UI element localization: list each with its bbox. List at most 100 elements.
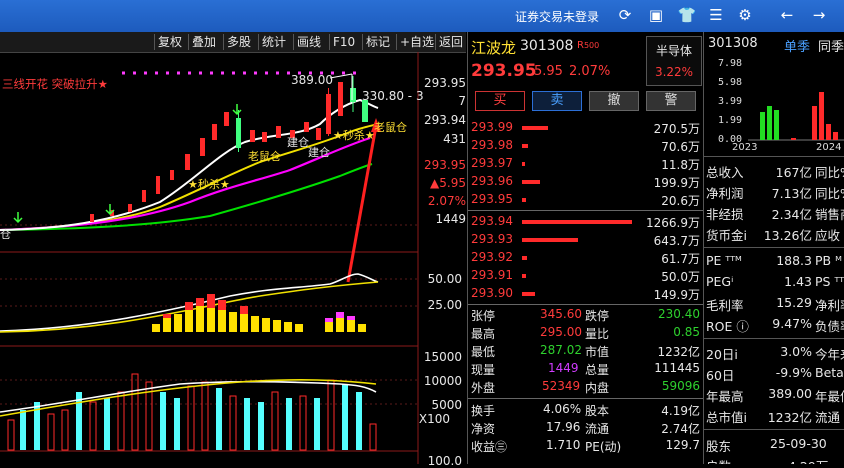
annotation-jiancang-2: 建仓 [308, 146, 330, 159]
bid-row[interactable]: 293.90 149.9万 [468, 285, 703, 303]
finance-row: ROE ⓘ 9.47% 负债率 [706, 316, 844, 334]
stock-code: 301308 [520, 38, 574, 54]
draw-line-button[interactable]: 画线 [293, 34, 324, 50]
signal-arrow [346, 125, 378, 283]
axis-ind-25: 25.00 [427, 298, 462, 312]
ask-row[interactable]: 293.99 270.5万 [468, 119, 703, 137]
price-change-pct: 2.07% [569, 64, 611, 79]
down-arrow-markers [13, 104, 242, 224]
annotation-cang: 仓 [0, 228, 11, 241]
fin-axis-1: 7.98 [718, 58, 743, 69]
sector-box[interactable]: 半导体 3.22% [646, 36, 702, 86]
ma-green-line [0, 163, 373, 231]
right-price-label: 330.80 - 3 [362, 89, 424, 103]
finance-row: 货币金i 13.26亿 应收 [706, 228, 841, 243]
tab-single-quarter[interactable]: 单季 [784, 36, 810, 55]
return-button[interactable]: 返回 [435, 34, 466, 50]
notes-icon[interactable]: ☰ [705, 4, 727, 26]
fin-year-2024: 2024 [816, 142, 842, 153]
current-price: 293.95 [471, 61, 537, 81]
sell-button[interactable]: 卖 [532, 91, 582, 111]
alert-button[interactable]: 警 [646, 91, 696, 111]
finance-row: 总市值i 1232亿 流通 [706, 410, 841, 425]
skin-icon[interactable]: 👕 [676, 4, 698, 26]
multi-stock-button[interactable]: 多股 [223, 34, 254, 50]
indicator-bars [152, 294, 366, 332]
bid-volume-bar [522, 292, 535, 296]
annotation-miaosha-1: ★秒杀★ [188, 178, 230, 191]
add-watchlist-button[interactable]: +自选 [396, 34, 437, 50]
finance-row: PE ᵀᵀᴹ 188.3 PB ᴹ [706, 253, 842, 268]
finance-row: 户数 4.29万 [704, 455, 844, 464]
statistics-button[interactable]: 统计 [258, 34, 289, 50]
finance-row: 净利润 7.13亿 同比% [706, 186, 844, 201]
axis-vol-10000: 10000 [423, 374, 462, 388]
ask-row[interactable]: 293.97 11.8万 [468, 155, 703, 173]
finance-row: 非经损 2.34亿 销售商 [706, 207, 844, 222]
bid-row[interactable]: 293.94 1266.9万 [468, 213, 703, 231]
profit-mini-chart [748, 92, 844, 141]
fin-axis-3: 3.99 [718, 96, 743, 107]
sector-pct: 3.22% [654, 65, 694, 79]
axis-vol-5000: 5000 [431, 398, 462, 412]
refresh-icon[interactable]: ⟳ [614, 4, 636, 26]
login-status[interactable]: 证券交易未登录 [515, 8, 599, 25]
forward-arrow-icon[interactable]: → [808, 4, 830, 26]
cancel-order-button[interactable]: 撤 [589, 91, 639, 111]
f10-button[interactable]: F10 [329, 34, 358, 50]
ask-row[interactable]: 293.96 199.9万 [468, 173, 703, 191]
axis-vol-unit: X100 [418, 412, 450, 426]
buy-button[interactable]: 买 [475, 91, 525, 111]
settings-icon[interactable]: ⚙ [734, 4, 756, 26]
finance-code: 301308 [708, 36, 758, 51]
chart-toolbar: 复权 叠加 多股 统计 画线 F10 标记 +自选 返回 [0, 32, 466, 53]
axis-price-current: 293.95 [424, 158, 466, 172]
ask-volume-bar [522, 198, 526, 202]
finance-row: 20日i 3.0% 今年来 [706, 344, 844, 362]
fin-year-2023: 2023 [732, 142, 758, 153]
tab-same-quarter[interactable]: 同季 [818, 36, 844, 55]
finance-row: 60日 -9.9% Beta [706, 365, 844, 383]
overlay-button[interactable]: 叠加 [188, 34, 219, 50]
axis-price-2: 7 [458, 94, 466, 108]
mark-button[interactable]: 标记 [362, 34, 393, 50]
top-bar: 证券交易未登录 ⟳ ▣ 👕 ☰ ⚙ ← → [0, 0, 844, 32]
margin-badge: R500 [577, 40, 600, 51]
finance-rows: 总收入 167亿 同比% 净利润 7.13亿 同比% 非经损 2.34亿 销售商… [704, 159, 844, 464]
finance-row: 股东 25-09-30 [706, 436, 827, 454]
finance-row: PEGⁱ 1.43 PS ᵀᵀ [706, 274, 844, 289]
annotation-laoshucang-1: 老鼠仓 [248, 150, 281, 163]
bid-row[interactable]: 293.91 50.0万 [468, 267, 703, 285]
bid-row[interactable]: 293.93 643.7万 [468, 231, 703, 249]
layout-icon[interactable]: ▣ [645, 4, 667, 26]
axis-price-change: ▲5.95 [430, 176, 466, 190]
fin-axis-4: 1.99 [718, 115, 743, 126]
bid-volume-bar [522, 238, 578, 242]
axis-price-4: 431 [443, 132, 466, 146]
quote-panel: 江波龙 301308 R500 293.95 5.95 2.07% 半导体 3.… [467, 32, 703, 464]
kline-canvas [0, 52, 419, 464]
axis-price-pct: 2.07% [427, 194, 466, 208]
restore-rights-button[interactable]: 复权 [154, 34, 185, 50]
annotation-laoshucang-2: 老鼠仓 [374, 121, 407, 134]
bid-volume-bar [522, 220, 632, 224]
fin-axis-2: 5.98 [718, 77, 743, 88]
high-price-label: 389.00 [291, 73, 333, 87]
axis-ind-50: 50.00 [427, 272, 462, 286]
ask-row[interactable]: 293.98 70.6万 [468, 137, 703, 155]
ask-row[interactable]: 293.95 20.6万 [468, 191, 703, 209]
bid-volume-bar [522, 274, 526, 278]
bid-volume-bar [522, 256, 527, 260]
order-book: 293.99 270.5万 293.98 70.6万 293.97 11.8万 … [468, 118, 703, 303]
kline-chart[interactable]: 三线开花 突破拉升★ 389.00 330.80 - 3 ★秒杀★ ★秒杀★ 老… [0, 52, 466, 468]
back-arrow-icon[interactable]: ← [776, 4, 798, 26]
stock-name: 江波龙 [471, 39, 517, 57]
axis-current-volume: 1449 [435, 212, 466, 226]
annotation-jiancang-1: 建仓 [287, 136, 309, 149]
ask-volume-bar [522, 144, 528, 148]
bid-row[interactable]: 293.92 61.7万 [468, 249, 703, 267]
ask-volume-bar [522, 126, 548, 130]
axis-price-3: 293.94 [424, 113, 466, 127]
finance-row: 毛利率 15.29 净利率 [706, 295, 844, 313]
sector-name: 半导体 [655, 44, 692, 58]
